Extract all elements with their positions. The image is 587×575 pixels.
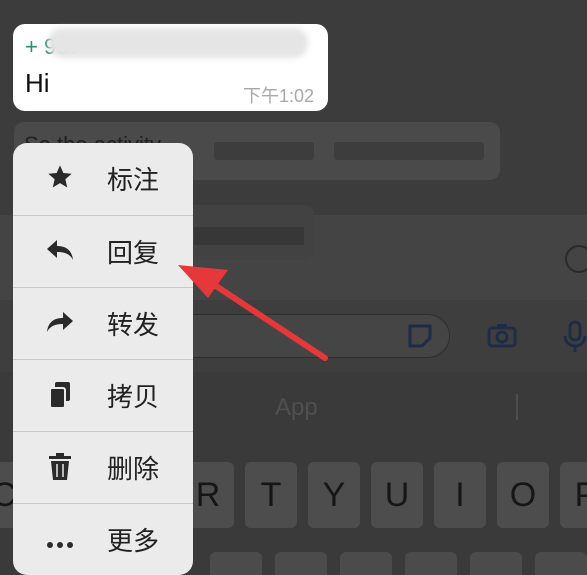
keyboard-key[interactable]: I <box>434 462 486 528</box>
reply-icon <box>43 236 77 270</box>
menu-item-label: 拷贝 <box>107 382 160 412</box>
keyboard-key[interactable]: P <box>560 462 587 528</box>
redacted-text <box>194 227 304 245</box>
keyboard-key[interactable] <box>470 552 522 575</box>
menu-item-label: 删除 <box>107 454 160 484</box>
close-reply-icon[interactable] <box>565 245 587 273</box>
copy-icon <box>43 380 77 414</box>
keyboard-key[interactable]: Y <box>308 462 360 528</box>
menu-item-label: 标注 <box>107 165 160 195</box>
trash-icon <box>43 452 77 486</box>
sticker-icon[interactable] <box>405 320 435 350</box>
menu-item-copy[interactable]: 拷贝 <box>13 359 193 431</box>
redacted-text <box>334 142 484 160</box>
keyboard-key[interactable]: T <box>245 462 297 528</box>
menu-item-label: 回复 <box>107 238 160 268</box>
menu-item-forward[interactable]: 转发 <box>13 287 193 359</box>
redacted-text <box>214 142 314 160</box>
menu-item-reply[interactable]: 回复 <box>13 215 193 287</box>
message-time: 下午1:02 <box>242 86 314 106</box>
keyboard-key[interactable] <box>210 552 262 575</box>
keyboard-key[interactable]: U <box>371 462 423 528</box>
star-icon <box>43 163 77 197</box>
camera-icon[interactable] <box>486 320 517 350</box>
keyboard-key[interactable] <box>275 552 327 575</box>
message-context-menu: 标注 回复 转发 拷贝 删除 更多 <box>13 143 193 575</box>
menu-item-label: 更多 <box>107 526 160 556</box>
message-text: Hi <box>25 68 50 98</box>
more-icon <box>43 524 77 558</box>
redacted-sender <box>48 28 308 58</box>
keyboard-key[interactable]: O <box>497 462 549 528</box>
forward-icon <box>43 308 77 342</box>
keyboard-key[interactable] <box>405 552 457 575</box>
suggestion-word[interactable]: App <box>275 394 318 422</box>
microphone-icon[interactable] <box>560 320 587 352</box>
selected-message-bubble[interactable]: + 987 Hi 下午1:02 <box>13 24 328 111</box>
menu-item-star[interactable]: 标注 <box>13 143 193 215</box>
menu-item-label: 转发 <box>107 310 160 340</box>
menu-item-delete[interactable]: 删除 <box>13 431 193 503</box>
keyboard-key[interactable] <box>535 552 587 575</box>
menu-item-more[interactable]: 更多 <box>13 503 193 575</box>
keyboard-key[interactable] <box>340 552 392 575</box>
suggestion-divider <box>516 394 518 420</box>
